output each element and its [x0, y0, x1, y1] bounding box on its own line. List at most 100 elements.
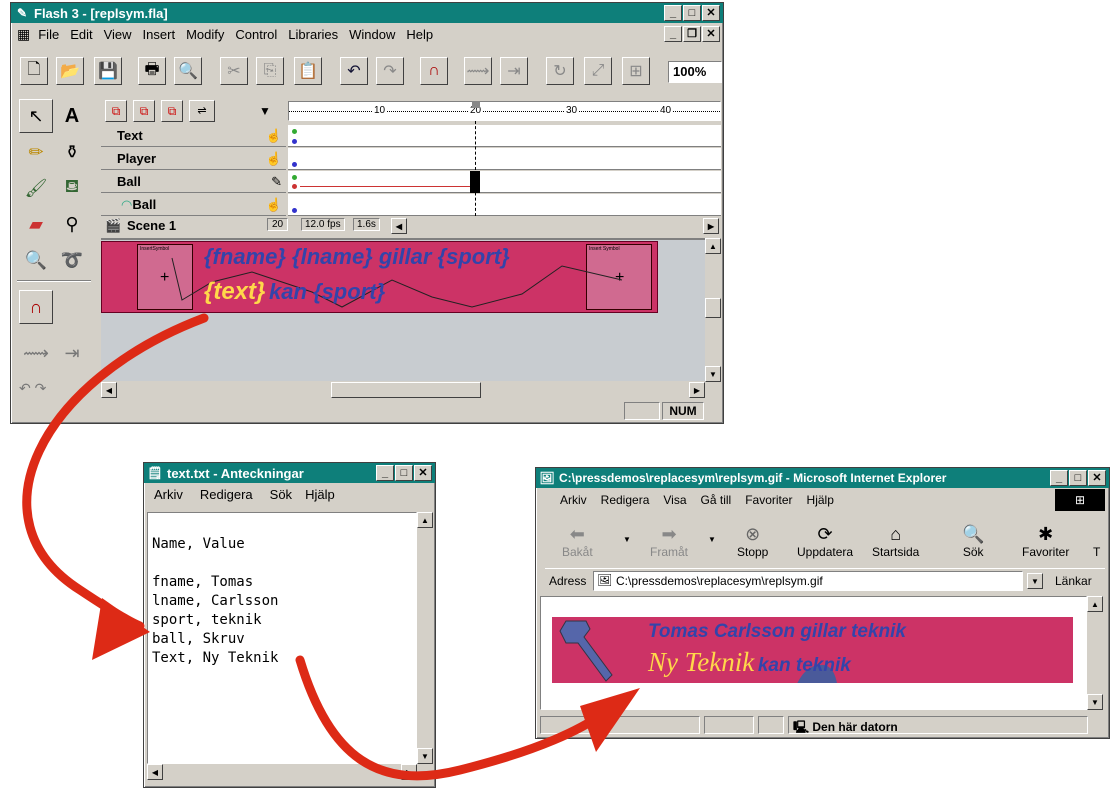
- stage-vscrollbar[interactable]: ▲ ▼: [705, 238, 721, 382]
- menu-arkiv[interactable]: Arkiv: [560, 493, 587, 507]
- text-tool-icon[interactable]: A: [55, 99, 89, 133]
- close-button[interactable]: ✕: [1088, 470, 1106, 486]
- menu-file[interactable]: File: [38, 27, 59, 42]
- stage-text-line2[interactable]: {text} kan {sport}: [204, 278, 385, 306]
- copy-icon[interactable]: ⎘: [256, 57, 284, 85]
- menu-control[interactable]: Control: [235, 27, 277, 42]
- mask-layer-icon[interactable]: ⧉: [161, 100, 183, 122]
- menu-arkiv[interactable]: Arkiv: [154, 487, 183, 502]
- open-icon[interactable]: 📂: [56, 57, 84, 85]
- menu-modify[interactable]: Modify: [186, 27, 224, 42]
- paste-icon[interactable]: 📋: [294, 57, 322, 85]
- save-icon[interactable]: 💾: [94, 57, 122, 85]
- new-icon[interactable]: 🗋: [20, 57, 48, 85]
- undo-icon[interactable]: ↶: [340, 57, 368, 85]
- back-button[interactable]: ⬅ Bakåt: [562, 523, 593, 559]
- ink-bottle-tool-icon[interactable]: ⚱: [55, 135, 89, 169]
- doc-close-button[interactable]: ✕: [702, 26, 720, 42]
- align-icon[interactable]: ⊞: [622, 57, 650, 85]
- pencil-tool-icon[interactable]: ✏: [19, 135, 53, 169]
- menu-ga-till[interactable]: Gå till: [701, 493, 732, 507]
- menu-redigera[interactable]: Redigera: [200, 487, 253, 502]
- forward-button[interactable]: ➡ Framåt: [650, 523, 688, 559]
- menu-hjalp[interactable]: Hjälp: [807, 493, 834, 507]
- timeline-scroll-right-icon[interactable]: ▶: [703, 218, 719, 234]
- stage-hscrollbar[interactable]: ◀ ▶: [101, 382, 705, 398]
- onion-skin-icon[interactable]: ⇌: [189, 100, 215, 122]
- smooth-icon[interactable]: ⟿: [464, 57, 492, 85]
- stage-banner[interactable]: InsertSymbol + Insert Symbol + {fname} {…: [101, 241, 658, 313]
- refresh-button[interactable]: ⟳ Uppdatera: [797, 523, 853, 559]
- notepad-vscrollbar[interactable]: ▲ ▼: [417, 512, 433, 764]
- favorites-button[interactable]: ✱ Favoriter: [1022, 523, 1069, 559]
- frames-ball[interactable]: [288, 171, 721, 193]
- brush-tool-icon[interactable]: 🖌: [19, 171, 53, 205]
- scene-label[interactable]: Scene 1: [127, 218, 176, 233]
- layer-text[interactable]: Text ☝: [101, 125, 286, 147]
- scale-icon[interactable]: ⤢: [584, 57, 612, 85]
- minimize-button[interactable]: _: [376, 465, 394, 481]
- menu-view[interactable]: View: [104, 27, 132, 42]
- ie-vscrollbar[interactable]: ▲ ▼: [1087, 596, 1103, 710]
- search-button[interactable]: 🔍 Sök: [962, 523, 984, 559]
- minimize-button[interactable]: _: [1050, 470, 1068, 486]
- layer-ball-active[interactable]: Ball ✎: [101, 171, 286, 193]
- maximize-button[interactable]: □: [683, 5, 701, 21]
- eraser-tool-icon[interactable]: ▰: [19, 207, 53, 241]
- menu-hjalp[interactable]: Hjälp: [305, 487, 335, 502]
- straighten-modifier-icon[interactable]: ⇥: [55, 336, 89, 370]
- maximize-button[interactable]: □: [1069, 470, 1087, 486]
- print-icon[interactable]: 🖶: [138, 57, 166, 85]
- add-layer-icon[interactable]: ⧉: [105, 100, 127, 122]
- notepad-hscrollbar[interactable]: ◀ ▶: [147, 764, 417, 780]
- menu-sok[interactable]: Sök: [270, 487, 292, 502]
- menu-edit[interactable]: Edit: [70, 27, 92, 42]
- print-preview-icon[interactable]: 🔍: [174, 57, 202, 85]
- menu-window[interactable]: Window: [349, 27, 395, 42]
- playhead-marker[interactable]: [472, 101, 480, 108]
- layer-ball-guide[interactable]: ◠Ball ☝: [101, 194, 286, 216]
- dropper-tool-icon[interactable]: ⚲: [55, 207, 89, 241]
- paint-bucket-tool-icon[interactable]: ⛾: [55, 171, 89, 205]
- redo-icon[interactable]: ↷: [376, 57, 404, 85]
- menu-redigera[interactable]: Redigera: [601, 493, 650, 507]
- cut-icon[interactable]: ✂: [220, 57, 248, 85]
- frames-ball-guide[interactable]: [288, 194, 721, 216]
- doc-restore-button[interactable]: ❐: [683, 26, 701, 42]
- snap-modifier-icon[interactable]: ∩: [19, 290, 53, 324]
- forward-dropdown-icon[interactable]: ▼: [708, 535, 716, 544]
- guide-layer-icon[interactable]: ⧉: [133, 100, 155, 122]
- notepad-text-area[interactable]: Name, Value fname, Tomas lname, Carlsson s…: [147, 512, 417, 764]
- stage-text-line1[interactable]: {fname} {lname} gillar {sport}: [204, 244, 510, 270]
- frames-text[interactable]: [288, 125, 721, 147]
- layer-menu-chevron-icon[interactable]: ▼: [259, 104, 271, 118]
- smooth-modifier-icon[interactable]: ⟿: [19, 336, 53, 370]
- rotate-icon[interactable]: ↻: [546, 57, 574, 85]
- close-button[interactable]: ✕: [702, 5, 720, 21]
- magnifier-tool-icon[interactable]: 🔍: [19, 243, 53, 277]
- menu-favoriter[interactable]: Favoriter: [745, 493, 792, 507]
- maximize-button[interactable]: □: [395, 465, 413, 481]
- layer-player[interactable]: Player ☝: [101, 148, 286, 170]
- home-button[interactable]: ⌂ Startsida: [872, 523, 919, 559]
- straighten-icon[interactable]: ⇥: [500, 57, 528, 85]
- timeline-scroll-left-icon[interactable]: ◀: [391, 218, 407, 234]
- minimize-button[interactable]: _: [664, 5, 682, 21]
- links-label[interactable]: Länkar: [1055, 574, 1092, 588]
- menu-insert[interactable]: Insert: [143, 27, 176, 42]
- snap-magnet-icon[interactable]: ∩: [420, 57, 448, 85]
- menu-visa[interactable]: Visa: [663, 493, 686, 507]
- back-dropdown-icon[interactable]: ▼: [623, 535, 631, 544]
- toolbar-overflow-button[interactable]: T: [1093, 523, 1100, 559]
- stop-button[interactable]: ⊗ Stopp: [737, 523, 768, 559]
- menu-help[interactable]: Help: [406, 27, 433, 42]
- doc-minimize-button[interactable]: _: [664, 26, 682, 42]
- zoom-field[interactable]: 100%: [668, 61, 722, 83]
- address-input[interactable]: 🖼 C:\pressdemos\replacesym\replsym.gif: [593, 571, 1023, 591]
- frames-player[interactable]: [288, 148, 721, 170]
- close-button[interactable]: ✕: [414, 465, 432, 481]
- address-dropdown-icon[interactable]: ▼: [1027, 573, 1043, 589]
- lasso-tool-icon[interactable]: ➰: [55, 243, 89, 277]
- arrow-tool-icon[interactable]: ↖: [19, 99, 53, 133]
- menu-libraries[interactable]: Libraries: [288, 27, 338, 42]
